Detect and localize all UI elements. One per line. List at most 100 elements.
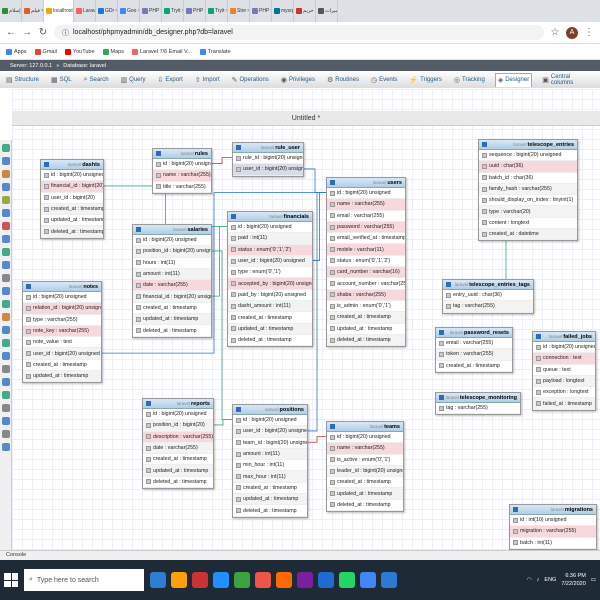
table-column[interactable]: created_at : timestamp: [143, 454, 213, 466]
designer-tool-icon[interactable]: [2, 157, 10, 165]
table-column[interactable]: batch_id : char(36): [479, 173, 577, 184]
table-column[interactable]: paid : int(11): [228, 233, 312, 245]
table-toggle-icon[interactable]: [446, 282, 451, 287]
taskbar-app-icon[interactable]: [276, 572, 292, 588]
table-column[interactable]: id : bigint(20) unsigned: [23, 292, 101, 304]
browser-tab[interactable]: mysq×: [272, 0, 294, 22]
table-column[interactable]: tag : varchar(255): [443, 301, 533, 313]
bookmark-item[interactable]: Translate: [199, 48, 231, 55]
table-toggle-icon[interactable]: [146, 401, 151, 406]
table-column[interactable]: dasht_amount : int(11): [228, 301, 312, 313]
table-column[interactable]: user_id : bigint(20) unsigned: [233, 164, 303, 176]
windows-start-icon[interactable]: [4, 573, 18, 587]
table-column[interactable]: amount : int(11): [133, 268, 211, 281]
db-table-failed_jobs[interactable]: laravel failed_jobs id : bigint(20) unsign…: [532, 331, 596, 411]
table-column[interactable]: user_id : bigint(20) unsigned: [23, 348, 101, 360]
designer-tool-icon[interactable]: [2, 274, 10, 282]
taskbar-app-icon[interactable]: [360, 572, 376, 588]
taskbar-app-icon[interactable]: [192, 572, 208, 588]
table-toggle-icon[interactable]: [513, 507, 518, 512]
table-column[interactable]: name : varchar(255): [153, 170, 211, 182]
table-column[interactable]: accepted_by : bigint(20) unsigned: [228, 278, 312, 290]
table-toggle-icon[interactable]: [482, 142, 487, 147]
table-column[interactable]: token : varchar(255): [436, 349, 512, 361]
table-toggle-icon[interactable]: [44, 162, 49, 167]
table-header[interactable]: laravel failed_jobs: [533, 332, 595, 342]
table-column[interactable]: tag : varchar(255): [436, 403, 520, 415]
table-column[interactable]: status : enum('0','1','2'): [327, 256, 405, 268]
db-table-rules[interactable]: laravelrules id : bigint(20) unsigned name…: [152, 148, 212, 194]
db-table-positions[interactable]: laravel positions id : bigint(20) unsigned…: [232, 404, 308, 518]
browser-tab[interactable]: PHP×: [184, 0, 206, 22]
table-column[interactable]: id : bigint(20) unsigned: [533, 342, 595, 354]
db-table-salaries[interactable]: laravel salaries id : bigint(20) unsigned p…: [132, 224, 212, 338]
db-table-rule_user[interactable]: laravel rule_user rule_id : bigint(20) uns…: [232, 142, 304, 177]
star-icon[interactable]: ☆: [550, 27, 560, 38]
bookmark-item[interactable]: Maps: [102, 48, 124, 55]
table-column[interactable]: updated_at : timestamp: [233, 494, 307, 506]
taskbar-app-icon[interactable]: [234, 572, 250, 588]
table-column[interactable]: deleted_at : timestamp: [327, 334, 405, 347]
table-column[interactable]: financial_id : bigint(20) unsigned: [133, 291, 211, 303]
forward-arrow-icon[interactable]: →: [22, 27, 32, 38]
table-column[interactable]: description : varchar(255): [143, 431, 213, 443]
designer-tool-icon[interactable]: [2, 300, 10, 308]
designer-tool-icon[interactable]: [2, 404, 10, 412]
browser-tab[interactable]: فيلم ×: [22, 0, 44, 22]
table-toggle-icon[interactable]: [26, 284, 31, 289]
table-toggle-icon[interactable]: [330, 424, 335, 429]
browser-tab[interactable]: GDr ×: [96, 0, 118, 22]
table-toggle-icon[interactable]: [236, 407, 241, 412]
table-column[interactable]: type : varchar(255): [23, 315, 101, 326]
designer-tool-icon[interactable]: [2, 235, 10, 243]
table-header[interactable]: laravel positions: [233, 405, 307, 415]
table-header[interactable]: laravel telescope_entries_tags: [443, 280, 533, 290]
pma-tab[interactable]: ⇧ Import: [193, 73, 222, 87]
table-column[interactable]: id : bigint(20) unsigned: [133, 235, 211, 247]
server-crumb[interactable]: Server: 127.0.0.1: [10, 63, 52, 69]
table-header[interactable]: laravel financials: [228, 212, 312, 222]
table-column[interactable]: id : bigint(20) unsigned: [327, 432, 403, 444]
table-column[interactable]: type : enum('0','1'): [228, 267, 312, 279]
table-header[interactable]: laravel users: [327, 178, 405, 188]
table-header[interactable]: laravel notes: [23, 282, 101, 292]
language-indicator[interactable]: ENG: [544, 577, 556, 583]
designer-tool-icon[interactable]: [2, 378, 10, 386]
table-toggle-icon[interactable]: [330, 180, 335, 185]
table-column[interactable]: relation_id : bigint(20) unsigned: [23, 303, 101, 315]
table-column[interactable]: sequence : bigint(20) unsigned: [479, 150, 577, 162]
table-toggle-icon[interactable]: [231, 214, 236, 219]
avatar[interactable]: A: [566, 26, 578, 39]
designer-tool-icon[interactable]: [2, 430, 10, 438]
db-table-users[interactable]: laravel users id : bigint(20) unsigned name…: [326, 177, 406, 348]
db-table-telescope_entries[interactable]: laravel telescope_entries sequence : bigin…: [478, 139, 578, 242]
pma-tab[interactable]: ✎ Operations: [230, 73, 271, 87]
designer-tool-icon[interactable]: [2, 352, 10, 360]
pma-tab[interactable]: ⌕ Search: [82, 73, 111, 87]
table-column[interactable]: updated_at : timestamp: [228, 323, 312, 335]
bookmark-item[interactable]: Apps: [6, 48, 27, 55]
table-column[interactable]: id : bigint(20) unsigned: [327, 188, 405, 200]
table-toggle-icon[interactable]: [236, 145, 241, 150]
browser-tab[interactable]: PHP×: [140, 0, 162, 22]
table-column[interactable]: updated_at : timestamp: [327, 324, 405, 335]
table-column[interactable]: is_active : enum('0','1'): [327, 455, 403, 466]
table-column[interactable]: is_admin : enum('0','1'): [327, 301, 405, 313]
pma-tab[interactable]: ⚡ Triggers: [407, 73, 444, 87]
db-table-notes[interactable]: laravel notes id : bigint(20) unsigned rela…: [22, 281, 102, 384]
url-field[interactable]: ⓘ localhost/phpmyadmin/db_designer.php?d…: [54, 25, 544, 40]
table-column[interactable]: deleted_at : timestamp: [133, 325, 211, 337]
table-column[interactable]: email : varchar(255): [436, 338, 512, 350]
db-table-password_resets[interactable]: laravel password_resets email : varchar(25…: [435, 327, 513, 373]
table-header[interactable]: laravel reports: [143, 399, 213, 409]
table-column[interactable]: mobile : varchar(11): [327, 244, 405, 256]
table-column[interactable]: exception : longtext: [533, 387, 595, 399]
table-column[interactable]: email_verified_at : timestamp: [327, 233, 405, 245]
designer-tool-icon[interactable]: [2, 209, 10, 217]
table-column[interactable]: should_display_on_index : tinyint(1): [479, 195, 577, 207]
taskbar-app-icon[interactable]: [381, 572, 397, 588]
browser-tab[interactable]: Goo×: [118, 0, 140, 22]
table-column[interactable]: name : varchar(255): [327, 199, 405, 211]
designer-tool-icon[interactable]: [2, 287, 10, 295]
browser-tab[interactable]: localhost×: [44, 0, 74, 22]
